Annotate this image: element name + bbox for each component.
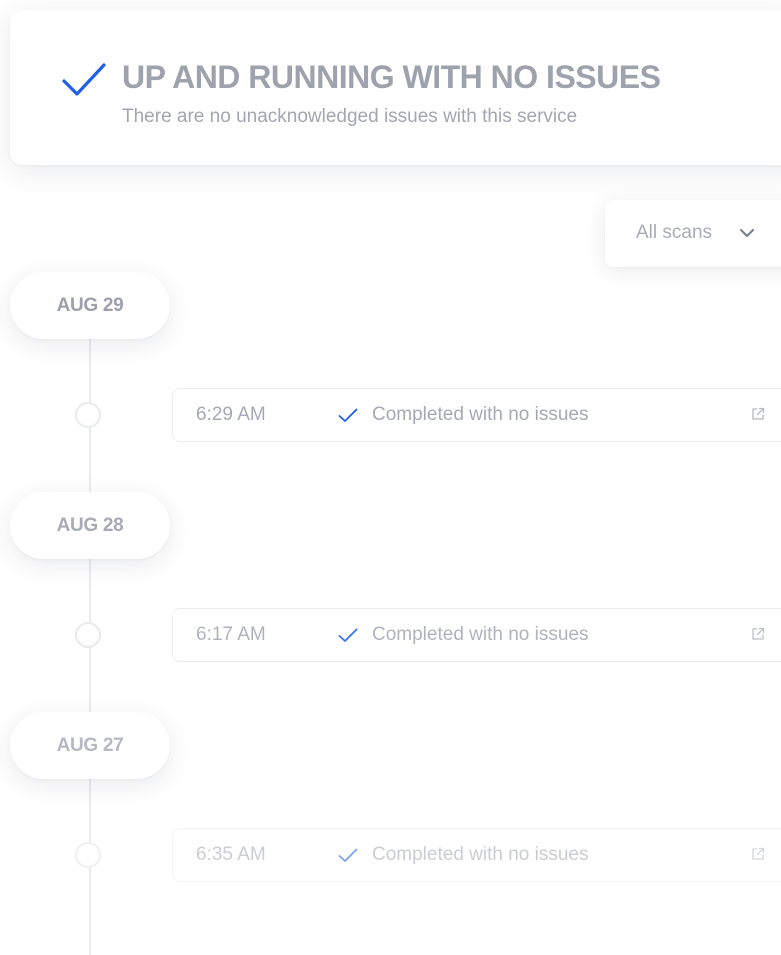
- date-pill: AUG 29: [10, 272, 170, 339]
- timeline-node: [75, 842, 101, 868]
- date-pill: AUG 28: [10, 492, 170, 559]
- scan-status: Completed with no issues: [372, 404, 589, 425]
- scan-filter-dropdown[interactable]: All scans: [605, 200, 781, 267]
- scan-status: Completed with no issues: [372, 844, 589, 865]
- external-link-icon[interactable]: [750, 846, 766, 862]
- date-pill: AUG 27: [10, 712, 170, 779]
- check-icon: [338, 628, 358, 642]
- timeline-node: [75, 402, 101, 428]
- scan-filter-label: All scans: [636, 222, 713, 243]
- scan-time: 6:17 AM: [196, 624, 266, 645]
- timeline-node: [75, 622, 101, 648]
- chevron-down-icon: [739, 228, 755, 238]
- scan-time: 6:35 AM: [196, 844, 266, 865]
- scan-row[interactable]: 6:17 AM Completed with no issues: [172, 608, 781, 662]
- check-icon: [338, 408, 358, 422]
- scan-time: 6:29 AM: [196, 404, 266, 425]
- external-link-icon[interactable]: [750, 406, 766, 422]
- status-title: UP AND RUNNING WITH NO ISSUES: [122, 59, 661, 95]
- date-label: AUG 28: [56, 514, 124, 536]
- scan-status: Completed with no issues: [372, 624, 589, 645]
- scan-row[interactable]: 6:29 AM Completed with no issues: [172, 388, 781, 442]
- status-subtitle: There are no unacknowledged issues with …: [122, 106, 578, 127]
- scan-row[interactable]: 6:35 AM Completed with no issues: [172, 828, 781, 882]
- date-label: AUG 27: [56, 734, 124, 756]
- check-icon: [62, 63, 106, 96]
- check-icon: [338, 848, 358, 862]
- external-link-icon[interactable]: [750, 626, 766, 642]
- date-label: AUG 29: [56, 294, 124, 316]
- status-card: UP AND RUNNING WITH NO ISSUES There are …: [10, 10, 781, 165]
